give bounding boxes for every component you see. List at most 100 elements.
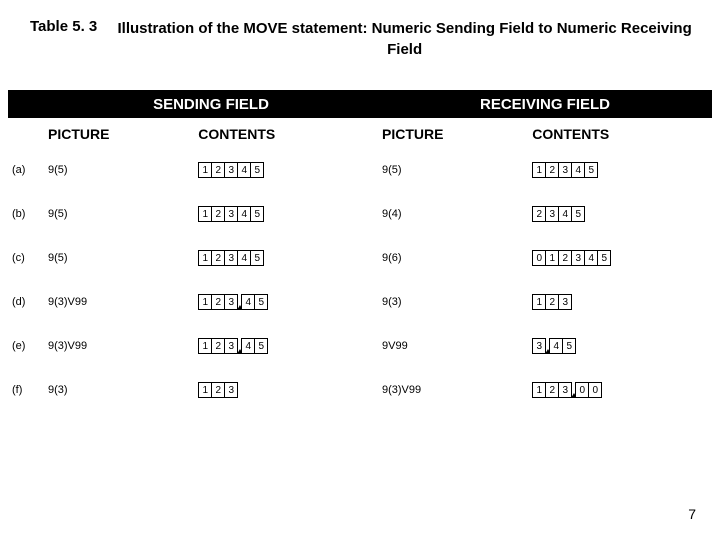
digit-cell: 2 (211, 294, 225, 310)
digit-cell: 1 (198, 382, 212, 398)
digit-cell: 2 (532, 206, 546, 222)
digit-cell: 5 (597, 250, 611, 266)
cell-group: 2345 (532, 206, 585, 222)
sending-contents: 12345 (184, 162, 378, 178)
receiving-contents: 012345 (518, 250, 712, 266)
table-label: Table 5. 3 (30, 18, 97, 35)
cell-group: 12345 (198, 206, 264, 222)
sending-picture-header: PICTURE (44, 126, 184, 142)
sending-contents: 12345 (184, 294, 378, 310)
receiving-contents: 345 (518, 338, 712, 354)
digit-cell: 2 (558, 250, 572, 266)
digit-cell: 5 (250, 250, 264, 266)
digit-cell: 1 (198, 162, 212, 178)
cell-group: 123 (198, 382, 238, 398)
digit-cell: 2 (211, 162, 225, 178)
digit-cell: 4 (584, 250, 598, 266)
receiving-picture: 9(3) (378, 296, 518, 308)
digit-cell: 5 (250, 206, 264, 222)
digit-cell: 3 (224, 250, 238, 266)
receiving-picture: 9(3)V99 (378, 384, 518, 396)
cell-group: 12345 (198, 250, 264, 266)
digit-cell: 5 (250, 162, 264, 178)
table-row: (f)9(3)1239(3)V9912300 (8, 368, 712, 412)
sending-picture: 9(3) (44, 384, 184, 396)
row-label: (d) (8, 296, 44, 308)
digit-cell: 3 (532, 338, 546, 354)
digit-cell: 5 (254, 338, 268, 354)
sending-header: SENDING FIELD (44, 96, 378, 113)
digit-cell: 3 (558, 162, 572, 178)
receiving-contents-header: CONTENTS (518, 126, 712, 142)
table-title: Table 5. 3 Illustration of the MOVE stat… (0, 0, 720, 60)
digit-cell: 3 (571, 250, 585, 266)
digit-cell: 4 (241, 338, 255, 354)
receiving-contents: 2345 (518, 206, 712, 222)
digit-cell: 3 (224, 206, 238, 222)
page-number: 7 (688, 506, 696, 522)
sending-picture: 9(5) (44, 164, 184, 176)
column-subheader: PICTURE CONTENTS PICTURE CONTENTS (8, 118, 712, 148)
row-label: (a) (8, 164, 44, 176)
table-row: (b)9(5)123459(4)2345 (8, 192, 712, 236)
digit-cell: 1 (532, 294, 546, 310)
sending-contents: 12345 (184, 338, 378, 354)
digit-cell: 2 (545, 382, 559, 398)
digit-cell: 2 (545, 294, 559, 310)
receiving-contents: 12300 (518, 382, 712, 398)
table-row: (e)9(3)V99123459V99345 (8, 324, 712, 368)
digit-cell: 4 (571, 162, 585, 178)
cell-group: 12345 (532, 162, 598, 178)
digit-cell: 1 (545, 250, 559, 266)
table-title-text: Illustration of the MOVE statement: Nume… (109, 18, 700, 60)
sending-contents-header: CONTENTS (184, 126, 378, 142)
row-label: (f) (8, 384, 44, 396)
digit-cell: 4 (549, 338, 563, 354)
row-label: (c) (8, 252, 44, 264)
digit-cell: 1 (198, 206, 212, 222)
sending-contents: 123 (184, 382, 378, 398)
receiving-picture: 9(4) (378, 208, 518, 220)
cell-group: 123 (532, 294, 572, 310)
digit-cell: 4 (237, 206, 251, 222)
table-row: (d)9(3)V99123459(3)123 (8, 280, 712, 324)
receiving-contents: 12345 (518, 162, 712, 178)
cell-group: 345 (532, 338, 576, 354)
digit-cell: 3 (224, 338, 238, 354)
digit-cell: 4 (241, 294, 255, 310)
cell-group: 12345 (198, 294, 268, 310)
digit-cell: 5 (571, 206, 585, 222)
sending-picture: 9(5) (44, 252, 184, 264)
table-row: (c)9(5)123459(6)012345 (8, 236, 712, 280)
table-body: (a)9(5)123459(5)12345(b)9(5)123459(4)234… (8, 148, 712, 412)
digit-cell: 3 (558, 382, 572, 398)
digit-cell: 1 (532, 162, 546, 178)
sending-contents: 12345 (184, 250, 378, 266)
digit-cell: 0 (575, 382, 589, 398)
digit-cell: 1 (198, 250, 212, 266)
digit-cell: 3 (545, 206, 559, 222)
digit-cell: 3 (224, 294, 238, 310)
digit-cell: 5 (562, 338, 576, 354)
receiving-picture-header: PICTURE (378, 126, 518, 142)
receiving-picture: 9(6) (378, 252, 518, 264)
digit-cell: 5 (254, 294, 268, 310)
cell-group: 12300 (532, 382, 602, 398)
sending-picture: 9(3)V99 (44, 296, 184, 308)
digit-cell: 2 (211, 382, 225, 398)
cell-group: 012345 (532, 250, 611, 266)
cell-group: 12345 (198, 338, 268, 354)
receiving-contents: 123 (518, 294, 712, 310)
digit-cell: 1 (198, 294, 212, 310)
digit-cell: 5 (584, 162, 598, 178)
digit-cell: 3 (224, 162, 238, 178)
digit-cell: 0 (588, 382, 602, 398)
digit-cell: 3 (558, 294, 572, 310)
receiving-picture: 9(5) (378, 164, 518, 176)
digit-cell: 3 (224, 382, 238, 398)
sending-contents: 12345 (184, 206, 378, 222)
digit-cell: 1 (198, 338, 212, 354)
group-header: SENDING FIELD RECEIVING FIELD (8, 90, 712, 118)
row-label: (e) (8, 340, 44, 352)
cell-group: 12345 (198, 162, 264, 178)
